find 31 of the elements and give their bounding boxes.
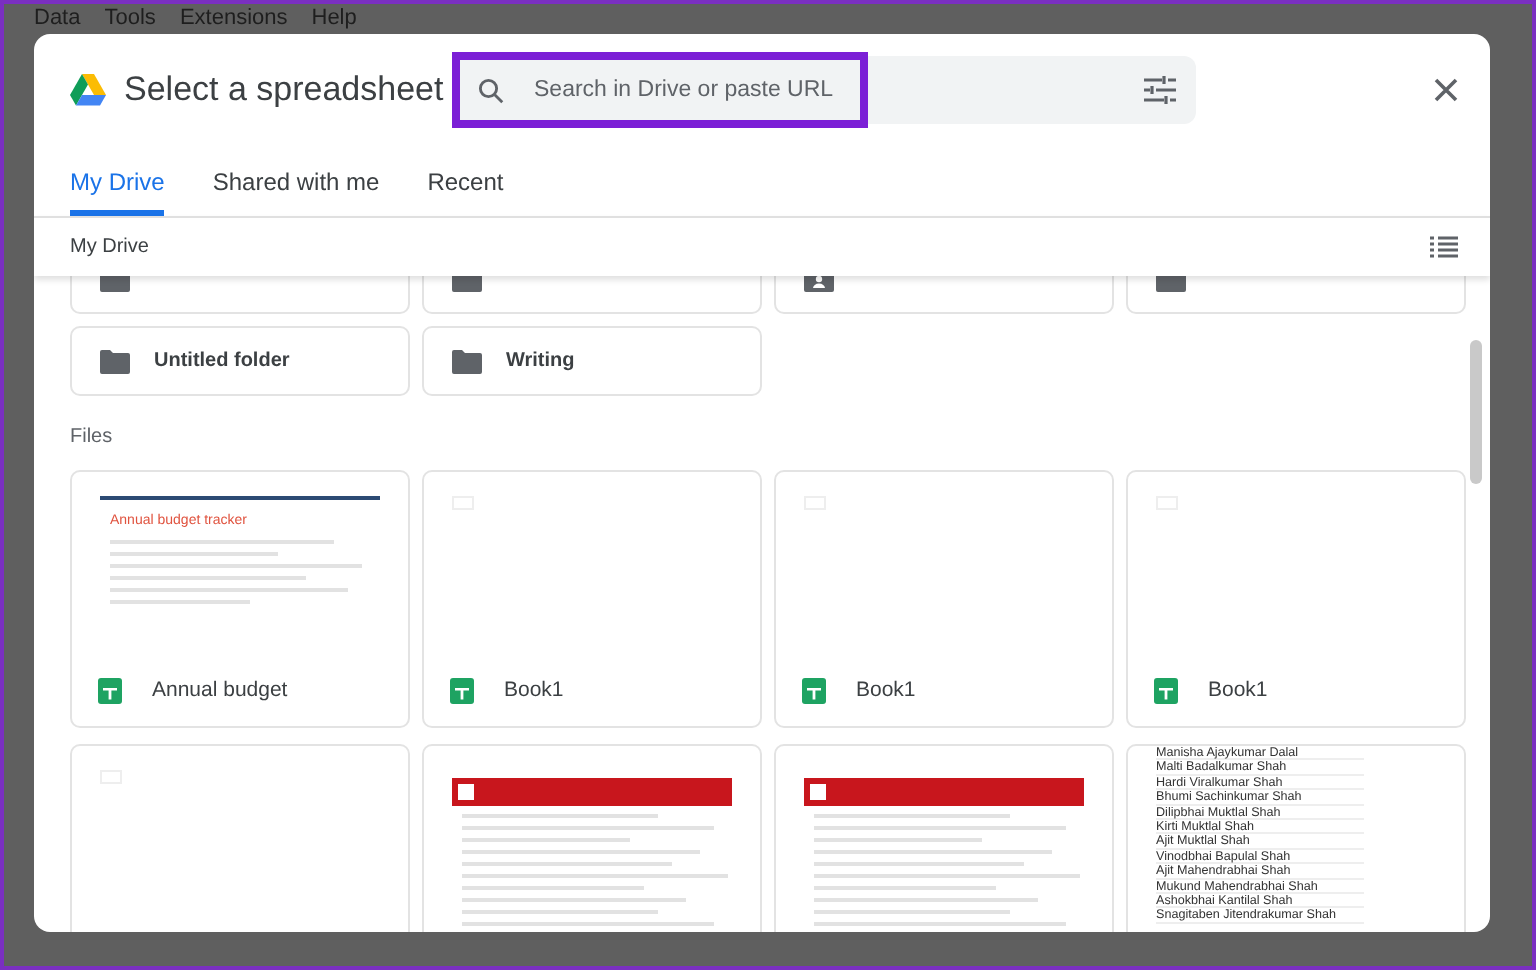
file-card[interactable]: Book1 (422, 470, 762, 728)
list-view-icon[interactable] (1430, 236, 1458, 258)
file-name: Annual budget (152, 678, 288, 702)
folder-card[interactable]: Writing (422, 326, 762, 396)
file-card[interactable] (1126, 744, 1466, 932)
folder-name: Untitled folder (154, 350, 290, 372)
file-name: Book1 (504, 678, 564, 702)
folder-icon (100, 349, 130, 373)
tab[interactable]: My Drive (70, 146, 165, 216)
spreadsheet-icon (450, 677, 474, 703)
dialog-title: Select a spreadsheet (124, 70, 446, 110)
breadcrumb[interactable]: My Drive (70, 236, 149, 258)
section-label: Files (70, 424, 115, 452)
spreadsheet-icon (802, 677, 826, 703)
filter-sliders-icon[interactable] (1144, 76, 1176, 104)
file-name: Book1 (856, 678, 916, 702)
folder-card[interactable]: Untitled folder (70, 326, 410, 396)
tab[interactable]: Recent (427, 146, 504, 216)
spreadsheet-icon (98, 677, 122, 703)
search-input[interactable]: Search in Drive or paste URL (530, 76, 1144, 104)
file-card[interactable]: Book1 (774, 470, 1114, 728)
folder-icon (452, 349, 482, 373)
file-name: Book1 (1208, 678, 1268, 702)
tab[interactable]: Shared with me (212, 146, 380, 216)
close-icon[interactable] (1434, 78, 1458, 102)
file-card[interactable]: Book1 (1126, 470, 1466, 728)
search-field[interactable]: Search in Drive or paste URL (456, 56, 1196, 124)
drive-logo-icon (70, 74, 106, 106)
folder-name: Writing (506, 350, 575, 372)
spreadsheet-icon (1154, 677, 1178, 703)
search-icon (476, 75, 506, 105)
